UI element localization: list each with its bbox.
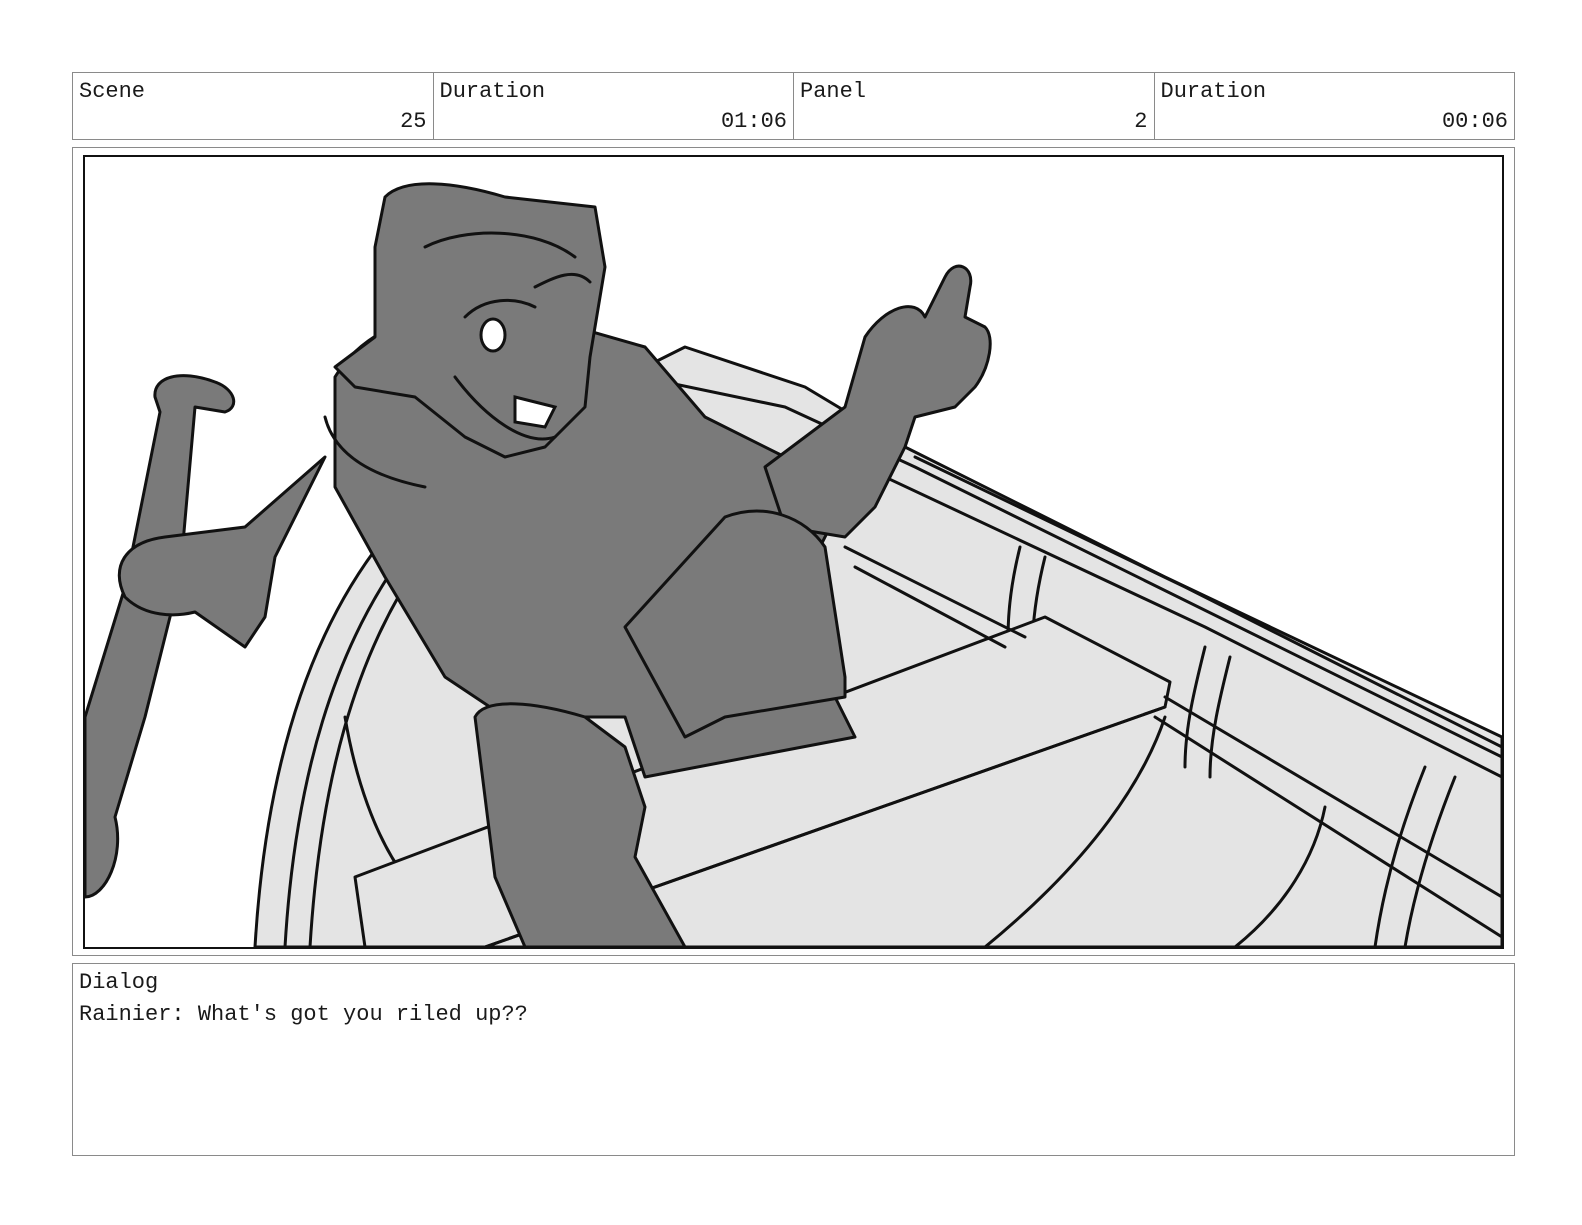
panel-cell: Panel 2: [794, 73, 1155, 139]
fisherman-eye: [479, 317, 507, 353]
panel-frame: [72, 147, 1515, 956]
panel-duration-value: 00:06: [1441, 109, 1508, 134]
scene-label: Scene: [79, 79, 146, 104]
scene-cell: Scene 25: [73, 73, 434, 139]
dialog-label: Dialog: [79, 970, 159, 995]
panel-duration-cell: Duration 00:06: [1155, 73, 1515, 139]
dialog-box: Dialog Rainier: What's got you riled up?…: [72, 963, 1515, 1156]
panel-number: 2: [1134, 109, 1148, 134]
scene-duration-cell: Duration 01:06: [434, 73, 794, 139]
panel-artwork: [83, 155, 1504, 949]
oar: [85, 374, 236, 899]
storyboard-header: Scene 25 Duration 01:06 Panel 2 Duration…: [72, 72, 1515, 140]
scene-number: 25: [400, 109, 427, 134]
panel-duration-label: Duration: [1160, 79, 1267, 104]
panel-label: Panel: [800, 79, 867, 104]
scene-duration-value: 01:06: [720, 109, 787, 134]
storyboard-sketch: [85, 182, 1502, 947]
dialog-text: Rainier: What's got you riled up??: [79, 1002, 528, 1027]
scene-duration-label: Duration: [439, 79, 546, 104]
